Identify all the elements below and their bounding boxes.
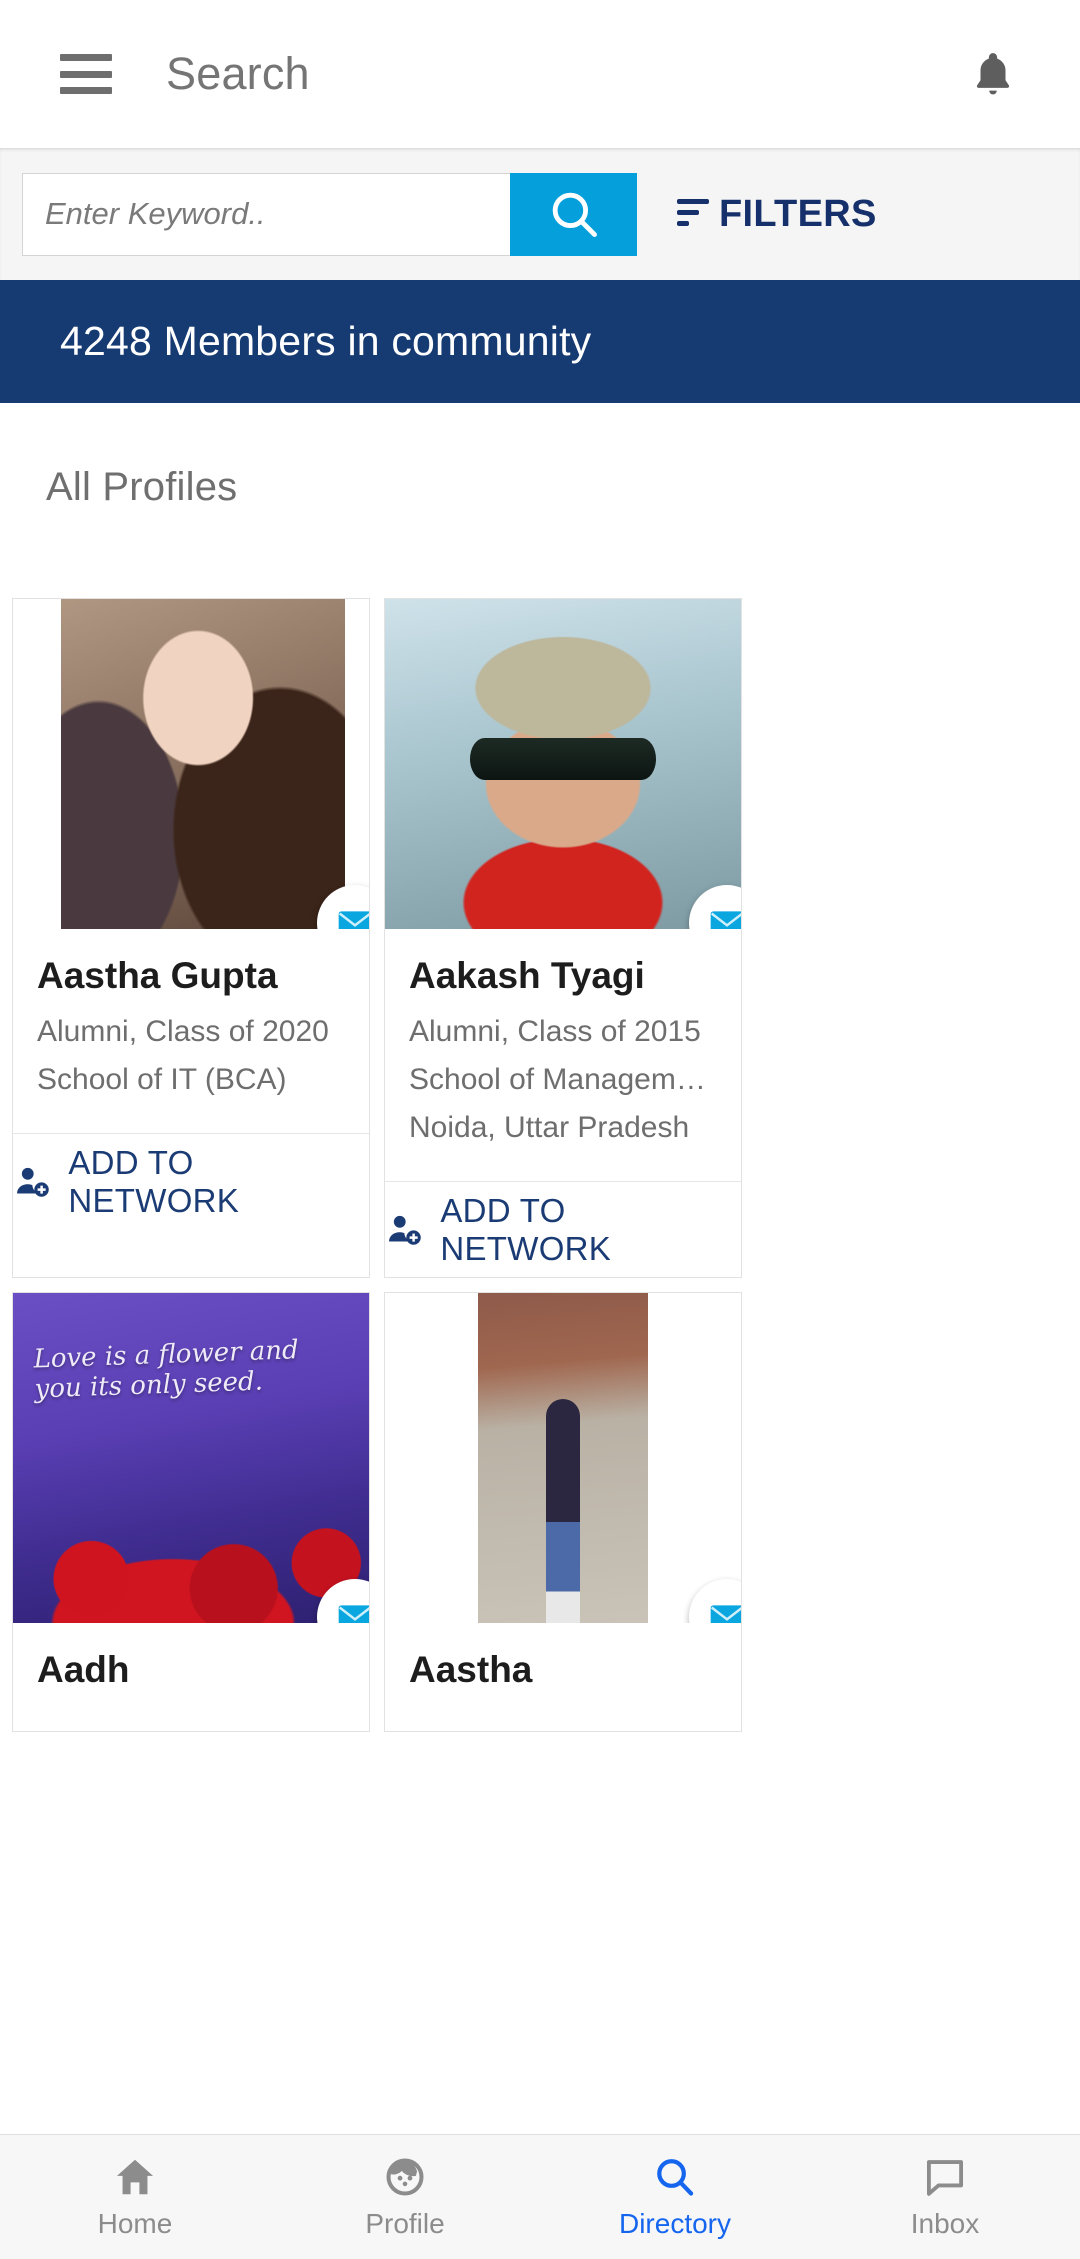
chat-bubble-icon [926, 2160, 964, 2196]
profile-info: Aakash Tyagi Alumni, Class of 2015 Schoo… [385, 929, 741, 1181]
person-add-icon [389, 1215, 421, 1245]
filters-button[interactable]: FILTERS [677, 193, 877, 236]
page-title: Search [166, 48, 310, 99]
hamburger-line [60, 54, 112, 61]
woman-selfie-photo [13, 599, 369, 929]
app-root: Search FILTERS 4248 [0, 0, 1080, 2259]
roses-quote-photo: Love is a flower and you its only seed. [13, 1293, 369, 1623]
nav-item-inbox[interactable]: Inbox [810, 2154, 1080, 2240]
hamburger-line [60, 87, 112, 94]
search-input[interactable] [22, 172, 510, 256]
profile-name: Aastha [409, 1649, 533, 1690]
profile-info: Aastha [385, 1623, 741, 1731]
member-count-text: 4248 Members in community [60, 318, 592, 364]
profile-line-1: Alumni, Class of 2020 [37, 1015, 329, 1048]
hamburger-menu-icon[interactable] [60, 54, 112, 94]
section-title: All Profiles [46, 465, 238, 509]
profile-line-2: School of IT (BCA) [37, 1063, 287, 1096]
bottom-navigation: Home Profile Directory Inbox [0, 2134, 1080, 2259]
profile-grid: Aastha Gupta Alumni, Class of 2020 Schoo… [0, 510, 1080, 1732]
profile-photo[interactable] [385, 1293, 741, 1623]
search-box [22, 172, 637, 256]
nav-label-home: Home [97, 2208, 173, 2239]
search-bar-strip: FILTERS [0, 148, 1080, 280]
person-add-icon [17, 1167, 49, 1197]
profile-card[interactable]: Aastha Gupta Alumni, Class of 2020 Schoo… [12, 598, 370, 1278]
profile-name: Aadh [37, 1649, 130, 1690]
sunglasses-shape [470, 737, 656, 781]
profiles-scroll-area[interactable]: All Profiles Aastha Gupta Alumni, Class … [0, 403, 1080, 2259]
photo-caption: Love is a flower and you its only seed. [33, 1335, 300, 1405]
hamburger-line [60, 70, 112, 78]
photo-inner [477, 1293, 649, 1623]
person-face-icon [386, 2158, 424, 2196]
profile-card[interactable]: Aastha [384, 1292, 742, 1732]
filters-label: FILTERS [719, 192, 877, 235]
profile-line-1: Alumni, Class of 2015 [409, 1015, 701, 1048]
search-icon [657, 2159, 694, 2196]
profile-name: Aastha Gupta [37, 955, 278, 996]
add-to-network-label: ADD TO NETWORK [440, 1191, 612, 1267]
profile-name: Aakash Tyagi [409, 955, 645, 996]
woman-standing-outdoors-photo [385, 1293, 741, 1623]
member-count-banner: 4248 Members in community [0, 280, 1080, 403]
profile-photo[interactable] [385, 599, 741, 929]
nav-label-profile: Profile [365, 2208, 445, 2239]
nav-item-home[interactable]: Home [0, 2154, 270, 2240]
bell-icon[interactable] [966, 45, 1020, 103]
roses-shape [13, 1464, 369, 1623]
add-to-network-button[interactable]: ADD TO NETWORK [385, 1181, 741, 1277]
magnifier-icon [552, 192, 597, 237]
profile-line-2: School of Management Stu… [409, 1063, 717, 1096]
nav-label-directory: Directory [618, 2208, 731, 2239]
profile-card[interactable]: Love is a flower and you its only seed. … [12, 1292, 370, 1732]
home-icon [116, 2159, 154, 2195]
nav-item-profile[interactable]: Profile [270, 2154, 540, 2240]
envelope-icon [710, 1605, 741, 1623]
envelope-icon [338, 911, 369, 929]
envelope-icon [338, 1605, 369, 1623]
search-submit-button[interactable] [510, 172, 637, 256]
envelope-icon [710, 911, 741, 929]
profile-info: Aadh [13, 1623, 369, 1731]
man-beanie-sunglasses-photo [385, 599, 741, 929]
add-to-network-button[interactable]: ADD TO NETWORK [13, 1133, 369, 1229]
nav-label-inbox: Inbox [910, 2208, 980, 2239]
filter-lines-icon [677, 198, 709, 226]
app-bar: Search [0, 0, 1080, 148]
add-to-network-label: ADD TO NETWORK [68, 1143, 240, 1219]
profile-photo[interactable] [13, 599, 369, 929]
nav-item-directory[interactable]: Directory [540, 2154, 810, 2240]
profile-card[interactable]: Aakash Tyagi Alumni, Class of 2015 Schoo… [384, 598, 742, 1278]
profile-line-3: Noida, Uttar Pradesh [409, 1111, 690, 1144]
profile-info: Aastha Gupta Alumni, Class of 2020 Schoo… [13, 929, 369, 1133]
profile-photo[interactable]: Love is a flower and you its only seed. [13, 1293, 369, 1623]
person-shape [545, 1398, 581, 1623]
